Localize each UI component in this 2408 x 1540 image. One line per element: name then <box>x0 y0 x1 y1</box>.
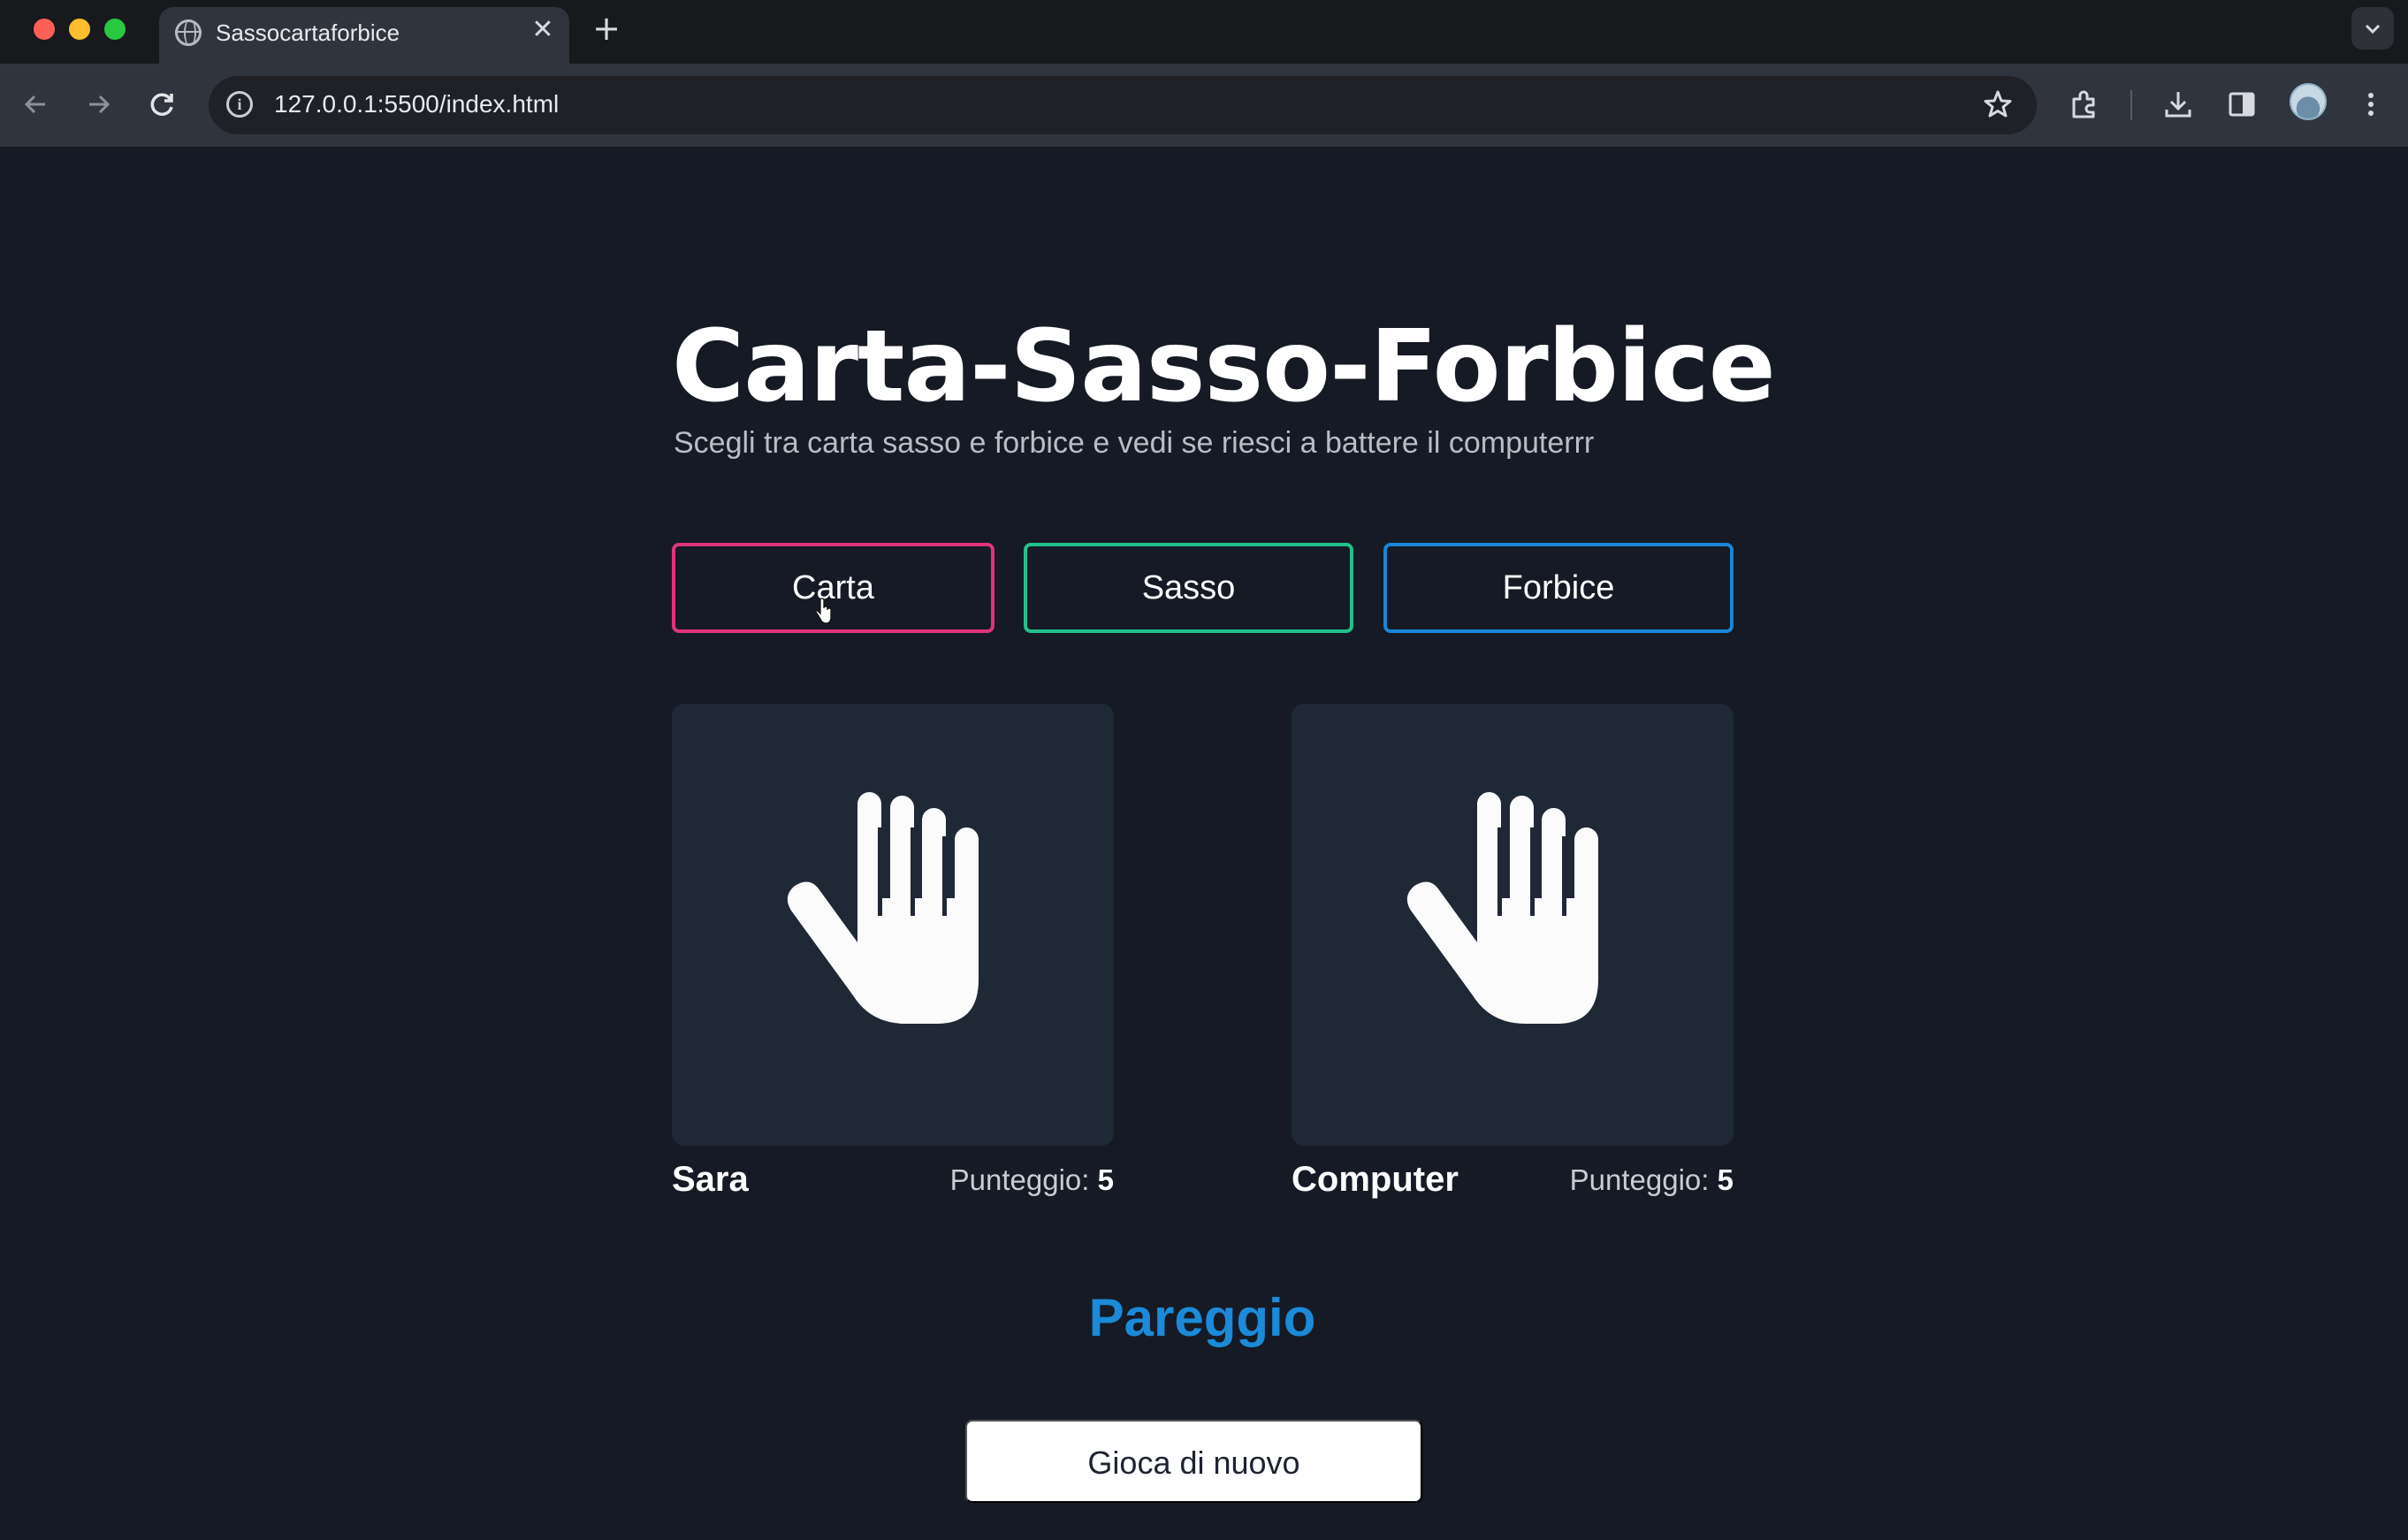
browser-chrome: Sassocartaforbice ✕ + i 127.0.0.1:5500/i… <box>0 0 2408 147</box>
player-card <box>672 704 1114 1146</box>
player-score-value: 5 <box>1097 1163 1114 1196</box>
page-content: Carta-Sasso-Forbice Scegli tra carta sas… <box>0 147 2408 1540</box>
tab-search-button[interactable] <box>2351 7 2394 50</box>
computer-score-label: Punteggio: <box>1569 1163 1710 1196</box>
reload-button[interactable] <box>141 83 184 126</box>
hand-pointer-cursor-icon <box>815 598 832 624</box>
computer-card <box>1292 704 1734 1146</box>
sasso-button[interactable]: Sasso <box>1024 543 1353 633</box>
minimize-window-button[interactable] <box>69 19 90 40</box>
extensions-icon[interactable] <box>2063 83 2106 126</box>
reload-icon <box>150 93 173 116</box>
site-info-icon[interactable]: i <box>226 91 253 118</box>
hand-paper-icon <box>1406 792 1598 1024</box>
player-score-label: Punteggio: <box>949 1163 1090 1196</box>
download-icon[interactable] <box>2157 83 2199 126</box>
address-bar[interactable]: i 127.0.0.1:5500/index.html <box>209 76 2037 134</box>
maximize-window-button[interactable] <box>104 19 126 40</box>
tab-title: Sassocartaforbice <box>216 19 400 46</box>
computer-score-value: 5 <box>1717 1163 1734 1196</box>
computer-name: Computer <box>1292 1160 1459 1199</box>
toolbar-divider <box>2130 90 2132 120</box>
arrow-left-icon <box>24 95 45 114</box>
page-title: Carta-Sasso-Forbice <box>672 309 1776 424</box>
forbice-button[interactable]: Forbice <box>1383 543 1734 633</box>
forward-button[interactable] <box>78 83 120 126</box>
carta-button[interactable]: Carta <box>672 543 994 633</box>
url-text[interactable]: 127.0.0.1:5500/index.html <box>274 90 559 118</box>
computer-score: Punteggio: 5 <box>1513 1163 1734 1197</box>
play-again-button[interactable]: Gioca di nuovo <box>965 1420 1422 1503</box>
hand-paper-icon <box>787 792 979 1024</box>
result-text: Pareggio <box>1088 1288 1316 1347</box>
new-tab-button[interactable]: + <box>591 11 622 46</box>
side-panel-icon[interactable] <box>2221 83 2263 126</box>
toolbar: i 127.0.0.1:5500/index.html <box>0 64 2408 147</box>
browser-tab[interactable]: Sassocartaforbice ✕ <box>159 7 569 64</box>
arrow-right-icon <box>89 95 110 114</box>
globe-icon <box>175 19 202 46</box>
chevron-down-icon <box>2365 24 2381 34</box>
tab-strip: Sassocartaforbice ✕ + <box>0 0 2408 64</box>
tab-close-icon[interactable]: ✕ <box>529 16 557 44</box>
profile-avatar[interactable] <box>2290 83 2327 120</box>
page-subtitle: Scegli tra carta sasso e forbice e vedi … <box>674 426 1595 460</box>
back-button[interactable] <box>14 83 57 126</box>
more-menu-icon[interactable] <box>2350 83 2392 126</box>
player-score: Punteggio: 5 <box>893 1163 1114 1197</box>
close-window-button[interactable] <box>34 19 55 40</box>
bookmark-star-icon[interactable] <box>1977 83 2019 126</box>
player-name: Sara <box>672 1160 749 1199</box>
